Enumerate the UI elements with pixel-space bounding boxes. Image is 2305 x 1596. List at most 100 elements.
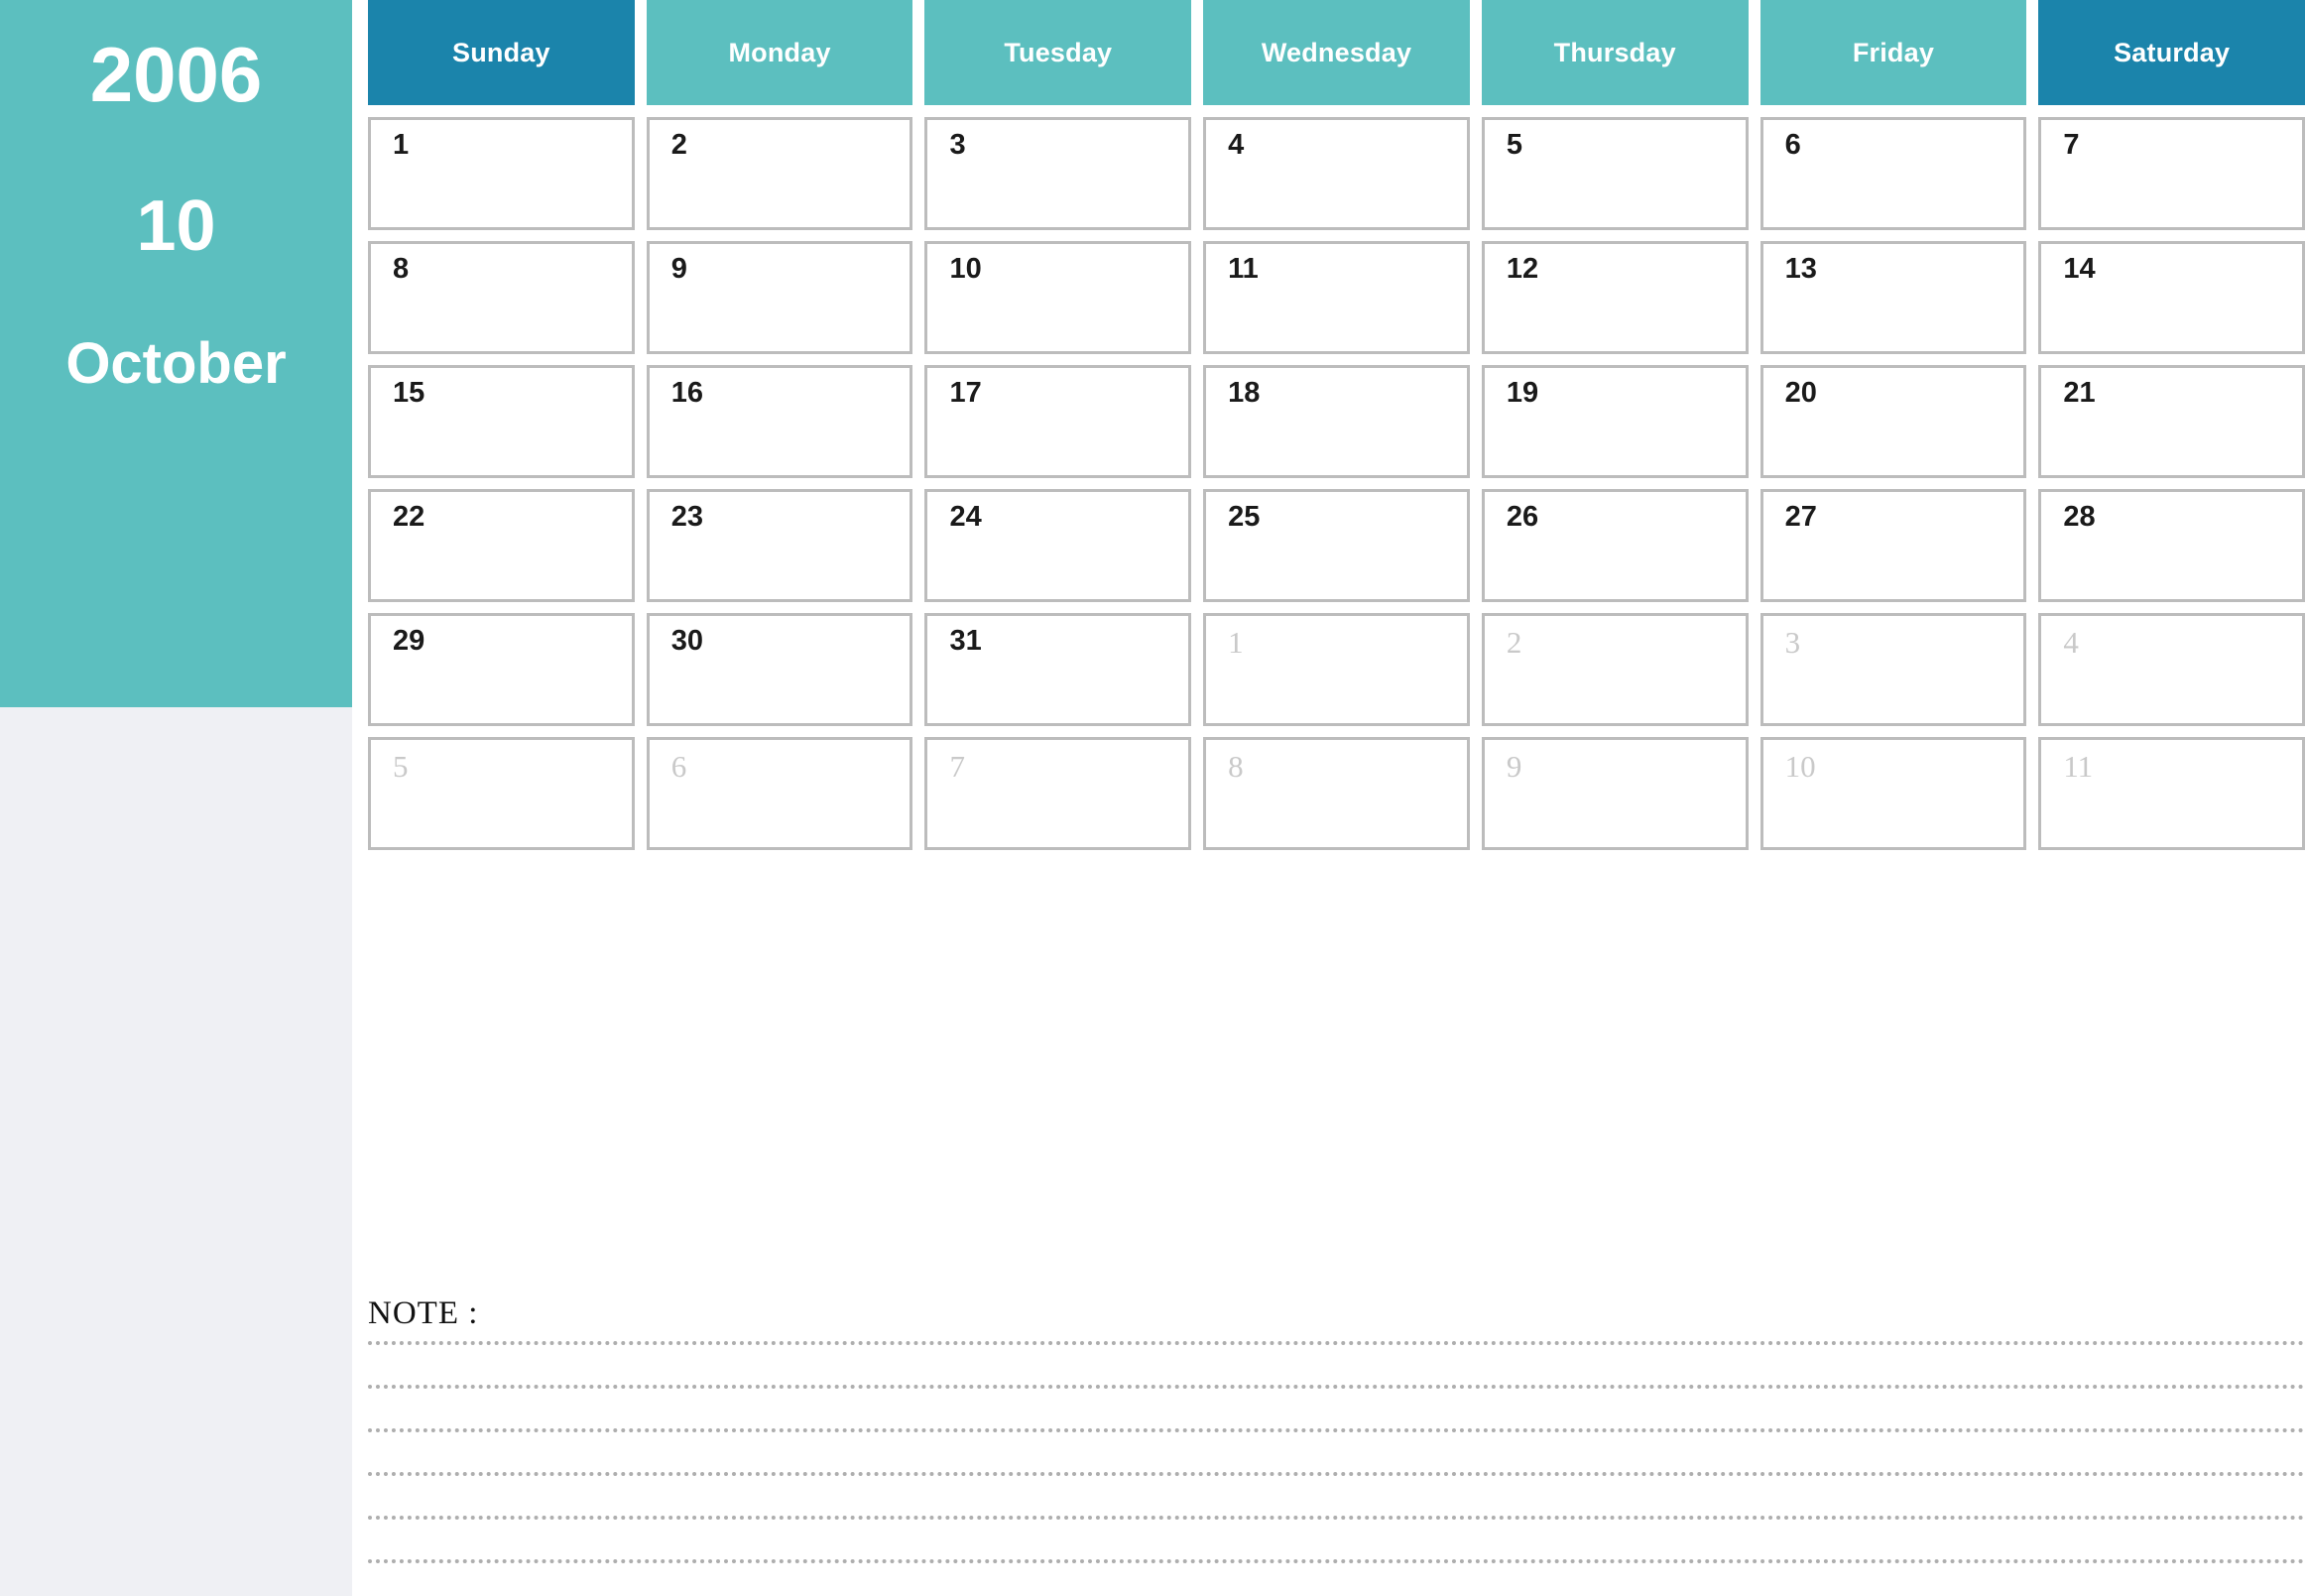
day-cell[interactable]: 22 [368,489,635,602]
day-cell[interactable]: 25 [1203,489,1470,602]
day-cell[interactable]: 17 [924,365,1192,478]
weekday-header-thursday: Thursday [1481,0,1749,105]
day-cell[interactable]: 11 [1203,241,1470,354]
weekday-header-tuesday: Tuesday [924,0,1192,105]
sidebar: 2006 10 October [0,0,352,1596]
day-number: 3 [949,129,966,161]
day-number: 10 [1784,749,1816,784]
week-row: 5 6 7 8 9 10 11 [368,737,2305,850]
day-cell[interactable]: 3 [924,117,1192,230]
day-cell[interactable]: 27 [1759,489,2027,602]
day-number: 2 [1506,625,1522,660]
calendar-page: 2006 10 October Sunday Monday Tuesday Wedne… [0,0,2305,1596]
day-number: 10 [949,253,982,285]
weekday-header-saturday: Saturday [2038,0,2305,105]
day-cell[interactable]: 5 [1481,117,1749,230]
weekday-label: Monday [728,37,831,67]
day-cell-adjacent-month[interactable]: 7 [924,737,1192,850]
note-line[interactable] [368,1559,2305,1563]
day-number: 20 [1784,377,1817,409]
day-number: 9 [670,253,687,285]
week-row: 8 9 10 11 12 13 14 [368,241,2305,354]
day-cell[interactable]: 23 [646,489,913,602]
day-cell[interactable]: 8 [368,241,635,354]
day-cell-adjacent-month[interactable]: 11 [2038,737,2305,850]
day-number: 17 [949,377,982,409]
note-line[interactable] [368,1341,2305,1345]
day-number: 19 [1506,377,1539,409]
weekday-label: Friday [1852,37,1935,67]
day-cell-adjacent-month[interactable]: 2 [1481,613,1749,726]
day-cell[interactable]: 9 [646,241,913,354]
day-number: 5 [1506,129,1523,161]
day-cell[interactable]: 15 [368,365,635,478]
day-cell[interactable]: 12 [1481,241,1749,354]
weekday-header-friday: Friday [1759,0,2027,105]
day-cell[interactable]: 4 [1203,117,1470,230]
day-cell[interactable]: 19 [1481,365,1749,478]
day-number: 12 [1506,253,1539,285]
day-number: 18 [1228,377,1261,409]
note-line[interactable] [368,1385,2305,1389]
day-cell[interactable]: 28 [2038,489,2305,602]
day-number: 25 [1228,501,1261,533]
note-line[interactable] [368,1428,2305,1432]
week-rows: 1 2 3 4 5 6 7 8 9 10 11 12 13 14 15 16 17 18 19 20 21 22 23 24 2… [368,117,2305,850]
day-number: 9 [1506,749,1522,784]
note-line[interactable] [368,1472,2305,1476]
day-cell[interactable]: 24 [924,489,1192,602]
day-number: 23 [670,501,703,533]
day-number: 3 [1784,625,1801,660]
note-label: NOTE : [368,1295,479,1331]
day-cell[interactable]: 31 [924,613,1192,726]
day-cell-adjacent-month[interactable]: 8 [1203,737,1470,850]
week-row: 22 23 24 25 26 27 28 [368,489,2305,602]
day-number: 7 [949,749,965,784]
day-cell[interactable]: 1 [368,117,635,230]
day-cell[interactable]: 20 [1759,365,2027,478]
day-number: 30 [670,625,703,657]
day-number: 7 [2063,129,2080,161]
day-number: 6 [1784,129,1801,161]
day-cell-adjacent-month[interactable]: 10 [1759,737,2027,850]
day-cell[interactable]: 29 [368,613,635,726]
day-number: 5 [393,749,409,784]
day-cell[interactable]: 2 [646,117,913,230]
day-number: 4 [2063,625,2079,660]
day-cell-adjacent-month[interactable]: 9 [1481,737,1749,850]
day-cell[interactable]: 6 [1759,117,2027,230]
note-line[interactable] [368,1516,2305,1520]
day-cell[interactable]: 13 [1759,241,2027,354]
day-number: 28 [2063,501,2096,533]
day-cell[interactable]: 16 [646,365,913,478]
day-cell[interactable]: 21 [2038,365,2305,478]
day-number: 8 [393,253,410,285]
day-number: 26 [1506,501,1539,533]
sidebar-month-name: October [65,331,287,396]
day-cell-adjacent-month[interactable]: 6 [646,737,913,850]
day-cell[interactable]: 18 [1203,365,1470,478]
day-cell[interactable]: 14 [2038,241,2305,354]
day-cell[interactable]: 26 [1481,489,1749,602]
weekday-label: Wednesday [1261,37,1412,67]
day-cell[interactable]: 10 [924,241,1192,354]
day-cell-adjacent-month[interactable]: 3 [1759,613,2027,726]
day-cell-adjacent-month[interactable]: 4 [2038,613,2305,726]
day-number: 29 [393,625,425,657]
day-cell-adjacent-month[interactable]: 5 [368,737,635,850]
day-number: 21 [2063,377,2096,409]
day-number: 1 [1228,625,1244,660]
day-cell-adjacent-month[interactable]: 1 [1203,613,1470,726]
day-cell[interactable]: 30 [646,613,913,726]
day-number: 8 [1228,749,1244,784]
week-row: 1 2 3 4 5 6 7 [368,117,2305,230]
weekday-header-wednesday: Wednesday [1203,0,1470,105]
day-number: 2 [670,129,687,161]
day-number: 4 [1228,129,1245,161]
day-cell[interactable]: 7 [2038,117,2305,230]
week-row: 15 16 17 18 19 20 21 [368,365,2305,478]
day-number: 15 [393,377,425,409]
day-number: 22 [393,501,425,533]
day-number: 11 [2063,749,2094,784]
day-number: 13 [1784,253,1817,285]
